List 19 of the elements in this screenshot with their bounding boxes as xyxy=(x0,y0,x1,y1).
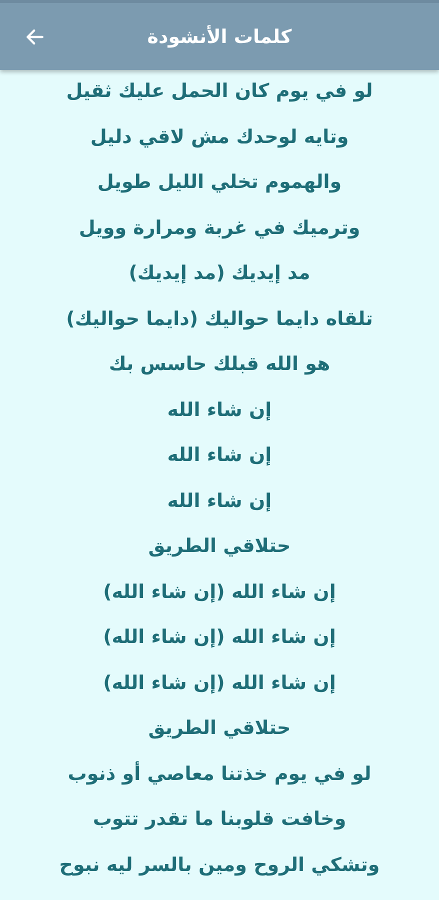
lyric-line: وتايه لوحدك مش لاقي دليل xyxy=(90,126,349,150)
lyric-line: إن شاء الله (إن شاء الله) xyxy=(103,626,336,650)
lyric-line: وخافت قلوبنا ما تقدر تتوب xyxy=(92,808,346,832)
lyric-line: حتلاقي الطريق xyxy=(148,535,291,559)
lyric-line: وترميك في غربة ومرارة وويل xyxy=(78,216,360,241)
lyric-line: إن شاء الله xyxy=(167,398,272,422)
lyric-line: تلقاه دايما حواليك (دايما حواليك) xyxy=(66,308,373,332)
lyric-line: والهموم تخلي الليل طويل xyxy=(97,171,342,195)
screen-title: كلمات الأنشودة xyxy=(147,26,292,48)
lyric-line: لو في يوم كان الحمل عليك ثقيل xyxy=(66,80,373,104)
lyric-line: هو الله قبلك حاسس بك xyxy=(108,353,330,377)
lyric-line: حتلاقي الطريق xyxy=(148,717,291,741)
lyric-line: إن شاء الله xyxy=(167,444,272,468)
lyric-line: وتشكي الروح ومين بالسر ليه نبوح xyxy=(59,854,380,878)
lyric-line: إن شاء الله (إن شاء الله) xyxy=(103,580,336,604)
lyric-line: لو في يوم خذتنا معاصي أو ذنوب xyxy=(68,762,372,787)
lyric-line: مد إيديك (مد إيديك) xyxy=(128,262,310,286)
lyric-line: إن شاء الله xyxy=(167,490,272,514)
lyric-line: إن شاء الله (إن شاء الله) xyxy=(103,672,336,696)
